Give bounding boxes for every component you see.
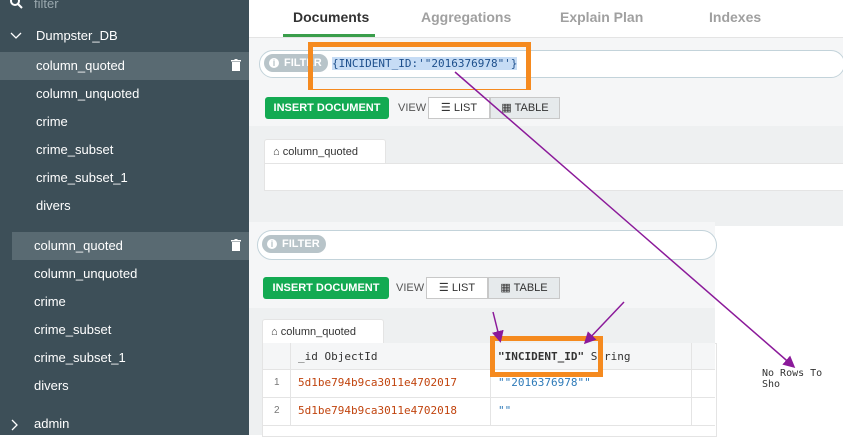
active-tab-indicator <box>283 34 375 37</box>
sidebar-item-label: crime_subset_1 <box>34 350 126 365</box>
tab-aggregations[interactable]: Aggregations <box>421 9 511 25</box>
sidebar-item-crime[interactable]: crime <box>0 108 249 136</box>
info-icon: i <box>267 239 277 249</box>
sidebar-item-label: column_unquoted <box>34 266 138 281</box>
column-type: ObjectId <box>324 350 378 363</box>
cell-id[interactable]: 5d1be794b9ca3011e4702018 <box>298 404 457 417</box>
insert-document-button-2[interactable]: INSERT DOCUMENT <box>263 277 389 299</box>
tab-documents[interactable]: Documents <box>293 9 369 25</box>
trash-icon[interactable] <box>231 59 241 71</box>
cell-id[interactable]: 5d1be794b9ca3011e4702017 <box>298 376 457 389</box>
list-view-button-2[interactable]: ☰ LIST <box>426 277 488 299</box>
row-number: 1 <box>274 377 280 388</box>
list-icon: ☰ <box>440 102 454 114</box>
search-icon <box>10 0 23 9</box>
filter-pill: i FILTER <box>262 235 326 253</box>
filter-bar-2[interactable]: i FILTER <box>257 230 717 260</box>
database-name: Dumpster_DB <box>36 28 118 43</box>
highlight-box-column <box>490 336 603 377</box>
sidebar-item-label: column_quoted <box>34 238 123 253</box>
insert-document-button[interactable]: INSERT DOCUMENT <box>265 97 389 119</box>
sidebar-item-label: divers <box>34 378 69 393</box>
info-icon: i <box>269 58 279 68</box>
sidebar-item-divers-2[interactable]: divers <box>0 372 249 400</box>
sidebar-item-label: crime_subset_1 <box>36 170 128 185</box>
chevron-down-icon <box>10 32 22 39</box>
trash-icon[interactable] <box>231 239 241 251</box>
chevron-right-icon <box>11 419 18 431</box>
list-view-button[interactable]: ☰ LIST <box>428 97 490 119</box>
sidebar-item-crime-2[interactable]: crime <box>0 288 249 316</box>
tab-bar: Documents Aggregations Explain Plan Inde… <box>249 0 843 38</box>
table-view-button[interactable]: ▦ TABLE <box>490 97 560 119</box>
database-item[interactable]: Dumpster_DB <box>0 22 249 50</box>
sidebar-item-label: crime <box>36 114 68 129</box>
cell-incident-id[interactable]: ""2016376978"" <box>498 376 591 389</box>
sidebar-item-column-unquoted-2[interactable]: column_unquoted <box>0 260 249 288</box>
filter-label: FILTER <box>282 238 320 250</box>
row-number: 2 <box>274 405 280 416</box>
table-icon: ▦ <box>501 102 515 114</box>
table-icon: ▦ <box>500 282 514 294</box>
collection-tab-2[interactable]: ⌂ column_quoted <box>262 319 384 344</box>
collection-tab-label: column_quoted <box>280 326 356 338</box>
sidebar-item-label: column_unquoted <box>36 86 140 101</box>
sidebar-item-crime-subset-2[interactable]: crime_subset <box>0 316 249 344</box>
sidebar: filter Dumpster_DB column_quoted column_… <box>0 0 249 435</box>
database-item-admin[interactable]: admin <box>0 410 249 438</box>
empty-results-message: No Rows To Sho <box>762 368 823 390</box>
collection-tab[interactable]: ⌂ column_quoted <box>264 139 386 164</box>
highlight-box-filter <box>308 42 531 94</box>
sidebar-filter[interactable]: filter <box>0 0 249 18</box>
tab-explain-plan[interactable]: Explain Plan <box>560 9 643 25</box>
sidebar-filter-placeholder: filter <box>34 0 59 11</box>
sidebar-item-crime-subset-1[interactable]: crime_subset_1 <box>0 164 249 192</box>
sidebar-item-column-unquoted[interactable]: column_unquoted <box>0 80 249 108</box>
sidebar-item-divers[interactable]: divers <box>0 192 249 216</box>
table-label: TABLE <box>513 282 548 294</box>
home-icon: ⌂ <box>271 326 278 338</box>
collection-tab-label: column_quoted <box>282 146 358 158</box>
view-label: VIEW <box>398 102 427 114</box>
sidebar-item-crime-subset[interactable]: crime_subset <box>0 136 249 164</box>
list-label: LIST <box>451 282 476 294</box>
home-icon: ⌂ <box>273 146 280 158</box>
column-name: _id <box>298 350 318 363</box>
sidebar-item-column-quoted-2[interactable]: column_quoted <box>12 232 249 260</box>
list-label: LIST <box>453 102 478 114</box>
sidebar-item-column-quoted[interactable]: column_quoted <box>0 52 249 80</box>
list-icon: ☰ <box>438 282 452 294</box>
tab-indexes[interactable]: Indexes <box>709 9 761 25</box>
table-view-button-2[interactable]: ▦ TABLE <box>488 277 560 299</box>
view-label: VIEW <box>396 282 425 294</box>
sidebar-item-label: divers <box>36 198 71 213</box>
cell-incident-id[interactable]: "" <box>498 404 511 417</box>
sidebar-item-crime-subset-1-2[interactable]: crime_subset_1 <box>0 344 249 372</box>
sidebar-item-label: crime_subset <box>34 322 112 337</box>
table-header-empty <box>264 163 843 191</box>
sidebar-item-label: crime <box>34 294 66 309</box>
sidebar-item-label: crime_subset <box>36 142 114 157</box>
sidebar-item-label: column_quoted <box>36 58 125 73</box>
table-label: TABLE <box>514 102 549 114</box>
database-name: admin <box>34 416 70 431</box>
column-header-id[interactable]: _id ObjectId <box>298 350 377 363</box>
